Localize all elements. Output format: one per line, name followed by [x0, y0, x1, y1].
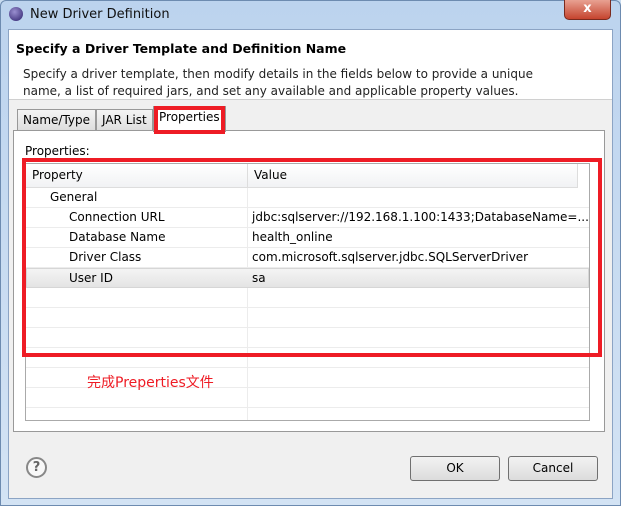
annotation-text: 完成Preperties文件: [87, 375, 214, 391]
window-title: New Driver Definition: [30, 7, 170, 22]
help-icon[interactable]: ?: [26, 457, 47, 478]
eclipse-icon: [9, 7, 23, 21]
cancel-button[interactable]: Cancel: [508, 456, 598, 481]
close-button[interactable]: x: [564, 0, 611, 20]
tab-name-type[interactable]: Name/Type: [17, 109, 97, 131]
ok-button[interactable]: OK: [410, 456, 500, 481]
page-title: Specify a Driver Template and Definition…: [16, 41, 347, 56]
highlight-box-tab: [154, 106, 225, 134]
properties-label: Properties:: [25, 144, 90, 158]
page-description: Specify a driver template, then modify d…: [23, 67, 533, 98]
highlight-box-table: [22, 158, 602, 357]
tab-jar-list[interactable]: JAR List: [96, 109, 153, 131]
